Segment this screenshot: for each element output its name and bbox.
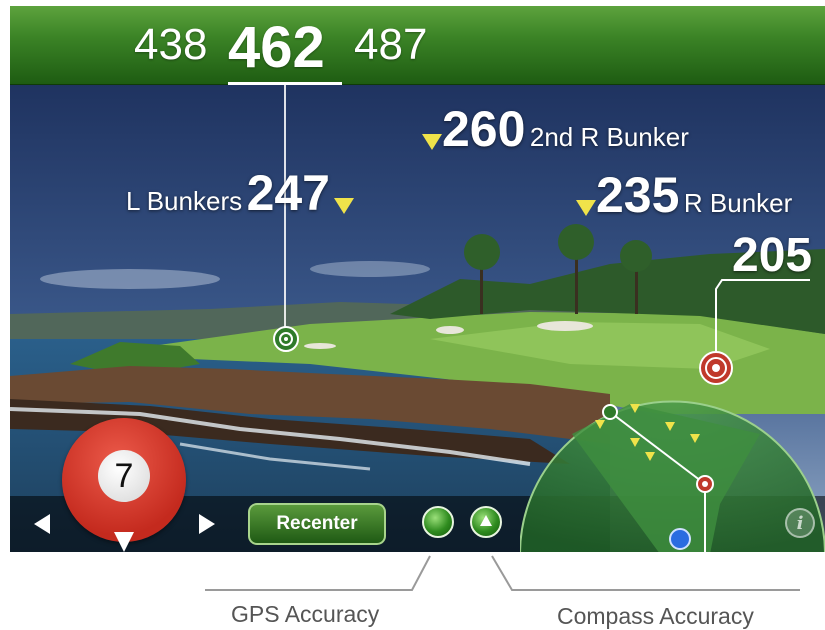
hazard-distance: 260	[442, 101, 526, 157]
middle-distance-underline	[228, 82, 342, 85]
right-arrow-icon[interactable]	[199, 514, 215, 534]
hole-overview-map[interactable]	[520, 394, 825, 552]
hazard-name: 2nd R Bunker	[529, 122, 689, 152]
info-icon-glyph: i	[796, 512, 804, 534]
club-number: 7	[114, 456, 134, 495]
club-selector[interactable]: 7	[62, 418, 186, 552]
info-icon[interactable]: i	[785, 508, 815, 538]
hazard-marker-icon	[422, 133, 442, 150]
hazard-marker-icon	[576, 199, 596, 216]
gps-accuracy-icon[interactable]	[422, 506, 454, 538]
distance-bar: 438 462 487	[10, 6, 825, 85]
hazard-distance: 235	[596, 167, 680, 223]
recenter-button[interactable]: Recenter	[248, 503, 386, 545]
target-distance: 205	[732, 228, 812, 283]
middle-distance: 462	[228, 15, 325, 80]
hazard-label-r-bunker: 235 R Bunker	[576, 166, 792, 224]
golf-ball-icon: 7	[98, 450, 150, 502]
gps-accuracy-caption: GPS Accuracy	[231, 601, 380, 627]
hazard-distance: 247	[246, 165, 330, 221]
hazard-label-2nd-r-bunker: 260 2nd R Bunker	[422, 100, 689, 158]
front-distance: 438	[134, 20, 208, 69]
back-distance: 487	[354, 20, 428, 69]
hazard-label-l-bunkers: L Bunkers 247	[126, 164, 355, 222]
compass-accuracy-icon[interactable]	[470, 506, 502, 538]
user-location-icon	[669, 528, 691, 550]
target-distance-value: 205	[732, 229, 813, 282]
hazard-name: L Bunkers	[126, 186, 243, 216]
left-arrow-icon[interactable]	[34, 514, 50, 534]
target-icon[interactable]	[699, 351, 733, 385]
flag-marker-icon[interactable]	[273, 326, 299, 352]
golf-gps-screen: L Bunkers 247 260 2nd R Bunker 235 R Bun…	[10, 6, 825, 552]
tee-icon	[114, 532, 134, 552]
hazard-marker-icon	[334, 197, 355, 214]
compass-arrow-icon	[480, 515, 492, 526]
hazard-name: R Bunker	[683, 188, 793, 218]
compass-accuracy-caption: Compass Accuracy	[557, 603, 754, 629]
